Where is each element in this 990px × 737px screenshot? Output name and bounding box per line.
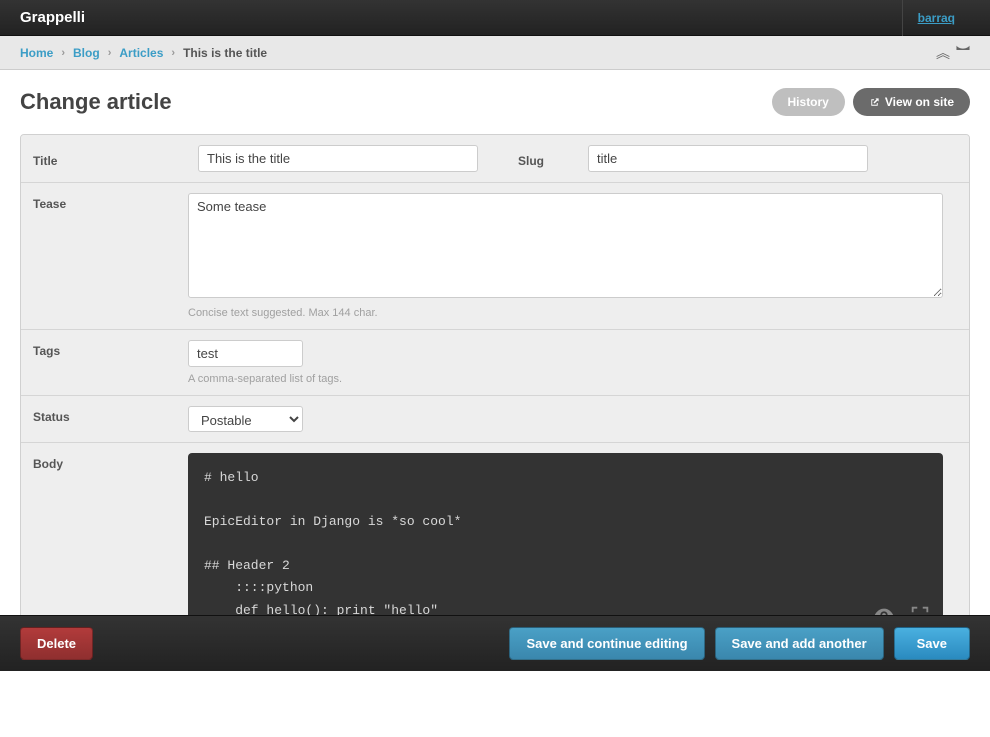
collapse-all-icon[interactable]: ︼ [956,43,970,63]
col-slug: Slug [518,145,957,172]
body-content: # hello EpicEditor in Django is *so cool… [204,470,461,618]
tags-wrap: A comma-separated list of tags. [188,340,957,385]
history-button[interactable]: History [772,88,845,116]
tags-help: A comma-separated list of tags. [188,373,957,385]
title-input[interactable] [198,145,478,172]
save-group: Save and continue editing Save and add a… [509,627,970,660]
tags-label: Tags [33,340,188,358]
save-button[interactable]: Save [894,627,970,660]
tease-help: Concise text suggested. Max 144 char. [188,307,957,319]
tease-label: Tease [33,193,188,211]
save-continue-button[interactable]: Save and continue editing [509,627,704,660]
tease-wrap: Some tease Concise text suggested. Max 1… [188,193,957,319]
row-title-slug: Title Slug [21,135,969,183]
col-title: Title [33,145,478,172]
chevron-right-icon: › [171,47,175,59]
tease-textarea[interactable]: Some tease [188,193,943,298]
status-wrap: Postable [188,406,957,432]
view-on-site-label: View on site [885,95,954,109]
chevron-right-icon: › [108,47,112,59]
row-tease: Tease Some tease Concise text suggested.… [21,183,969,330]
breadcrumb-home[interactable]: Home [20,46,53,60]
page-head: Change article History View on site [20,88,970,116]
collapse-controls: ︽ ︼ [936,43,970,63]
page-actions: History View on site [772,88,970,116]
breadcrumb-app[interactable]: Blog [73,46,100,60]
form-box: Title Slug Tease Some tease Concise text… [20,134,970,647]
slug-input[interactable] [588,145,868,172]
bottom-action-bar: Delete Save and continue editing Save an… [0,615,990,671]
body-editor[interactable]: # hello EpicEditor in Django is *so cool… [188,453,943,636]
breadcrumb-bar: Home › Blog › Articles › This is the tit… [0,36,990,70]
body-wrap: # hello EpicEditor in Django is *so cool… [188,453,957,636]
top-header: Grappelli barraq [0,0,990,36]
tags-input[interactable] [188,340,303,367]
title-label: Title [33,150,188,168]
breadcrumb: Home › Blog › Articles › This is the tit… [20,46,267,60]
save-add-another-button[interactable]: Save and add another [715,627,884,660]
delete-button[interactable]: Delete [20,627,93,660]
expand-all-icon[interactable]: ︽ [936,43,950,63]
view-on-site-button[interactable]: View on site [853,88,970,116]
chevron-right-icon: › [61,47,65,59]
breadcrumb-model[interactable]: Articles [119,46,163,60]
row-tags: Tags A comma-separated list of tags. [21,330,969,396]
breadcrumb-current: This is the title [183,46,267,60]
page-title: Change article [20,89,172,115]
external-link-icon [869,97,880,108]
branding[interactable]: Grappelli [20,9,85,26]
slug-label: Slug [518,150,578,168]
status-select[interactable]: Postable [188,406,303,432]
row-status: Status Postable [21,396,969,443]
status-label: Status [33,406,188,424]
body-label: Body [33,453,188,471]
user-link[interactable]: barraq [902,0,970,36]
